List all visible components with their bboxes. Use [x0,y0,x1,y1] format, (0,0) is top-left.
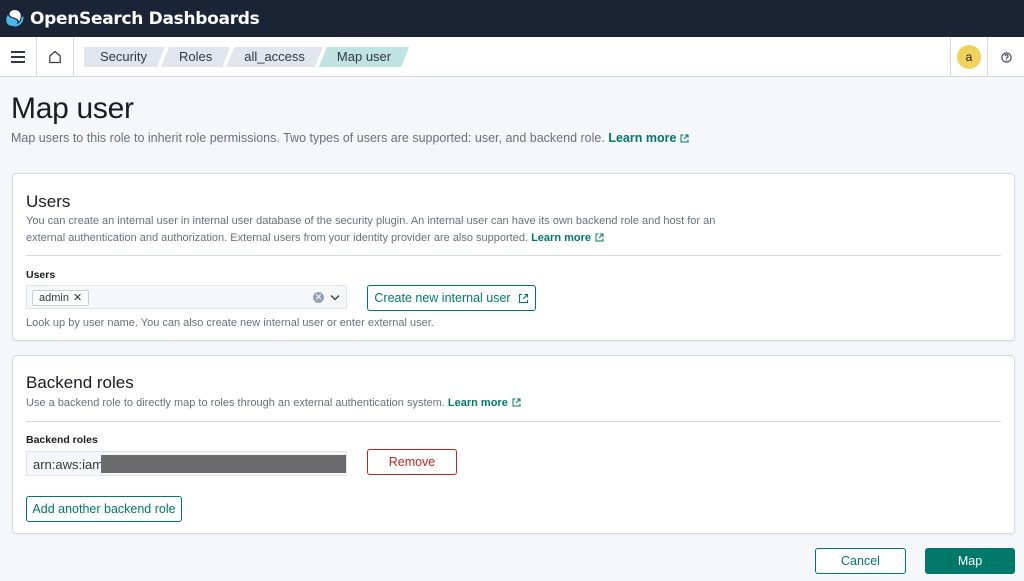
backend-description-text: Use a backend role to directly map to ro… [26,397,445,409]
create-internal-user-button[interactable]: Create new internal user [367,285,536,311]
backend-learn-more-link[interactable]: Learn more [448,397,521,409]
add-backend-role-label: Add another backend role [32,502,176,516]
avatar: a [957,45,981,69]
help-button[interactable] [987,37,1024,77]
users-panel: Users You can create an internal user in… [12,173,1015,341]
home-button[interactable] [37,36,74,77]
users-help-text: Look up by user name. You can also creat… [26,317,434,329]
help-icon [1000,51,1012,63]
backend-roles-field-label: Backend roles [26,434,98,446]
users-field-label: Users [26,269,56,281]
page-description-text: Map users to this role to inherit role p… [11,131,605,145]
divider [26,255,1001,256]
users-panel-description: You can create an internal user in inter… [26,213,746,247]
map-button[interactable]: Map [925,548,1015,574]
create-user-label: Create new internal user [374,291,511,305]
hamburger-icon [11,50,25,63]
page-title: Map user [11,92,134,125]
users-description-text: You can create an internal user in inter… [26,215,716,244]
remove-chip-icon[interactable]: ✕ [73,291,82,305]
users-learn-more-link[interactable]: Learn more [531,232,604,244]
breadcrumb-roles[interactable]: Roles [161,47,230,67]
users-combobox[interactable]: admin ✕ ✕ [26,285,347,309]
nav-bar: Security Roles all_access Map user a [0,36,1024,77]
menu-toggle-button[interactable] [0,36,37,77]
app-logo[interactable]: OpenSearch Dashboards [6,8,260,29]
backend-role-value: arn:aws:iam: [33,457,107,472]
breadcrumb-map-user: Map user [319,47,409,67]
clear-input-icon[interactable]: ✕ [313,292,324,303]
external-link-icon [680,134,689,143]
add-backend-role-button[interactable]: Add another backend role [26,496,182,522]
backend-role-input[interactable]: arn:aws:iam: [26,451,347,476]
breadcrumb-all-access[interactable]: all_access [226,47,323,67]
app-header: OpenSearch Dashboards [0,0,1024,37]
cancel-button[interactable]: Cancel [815,548,906,574]
chevron-down-icon[interactable] [330,294,340,301]
backend-roles-description: Use a backend role to directly map to ro… [26,395,746,412]
page-description: Map users to this role to inherit role p… [11,131,689,145]
app-title: OpenSearch Dashboards [30,8,260,29]
external-link-icon [518,293,528,303]
home-icon [49,50,61,63]
external-link-icon [512,398,521,407]
user-menu-button[interactable]: a [950,37,987,77]
backend-roles-panel: Backend roles Use a backend role to dire… [12,355,1015,534]
opensearch-logo-icon [6,9,24,26]
user-chip-label: admin [39,292,69,304]
breadcrumb-security[interactable]: Security [84,47,165,67]
learn-more-link[interactable]: Learn more [608,131,689,145]
users-panel-title: Users [26,192,71,211]
divider [26,421,1001,422]
external-link-icon [595,233,604,242]
user-chip-admin: admin ✕ [32,290,90,306]
redacted-block [101,455,346,473]
breadcrumb: Security Roles all_access Map user [84,47,405,67]
remove-backend-role-button[interactable]: Remove [367,449,457,475]
backend-roles-title: Backend roles [26,373,134,392]
